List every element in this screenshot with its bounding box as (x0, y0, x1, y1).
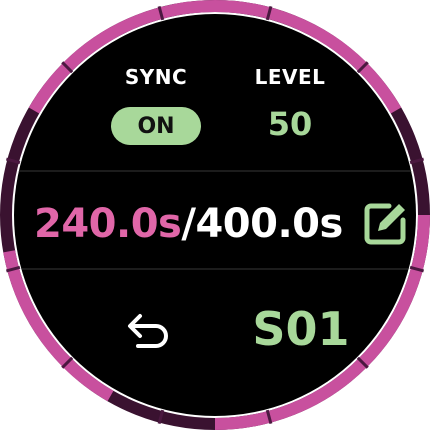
level-value[interactable]: 50 (240, 105, 340, 143)
time-separator: / (181, 201, 196, 247)
level-label: LEVEL (254, 65, 326, 89)
slot-value[interactable]: S01 (246, 302, 356, 356)
elapsed-time: 240.0s (34, 201, 182, 247)
timer-display: 240.0s/400.0s (34, 196, 343, 252)
divider-top (14, 170, 416, 172)
total-time: 400.0s (195, 201, 343, 247)
sync-toggle[interactable]: ON (111, 107, 201, 145)
back-button[interactable] (124, 308, 176, 356)
divider-bottom (14, 268, 416, 270)
watch-screen: SYNC ON LEVEL 50 240.0s/400.0s S01 (0, 0, 430, 430)
watch-face: SYNC ON LEVEL 50 240.0s/400.0s S01 (14, 14, 416, 416)
edit-button[interactable] (359, 198, 411, 250)
back-arrow-icon (128, 314, 168, 348)
edit-icon (364, 203, 406, 245)
sync-label: SYNC (124, 65, 188, 89)
